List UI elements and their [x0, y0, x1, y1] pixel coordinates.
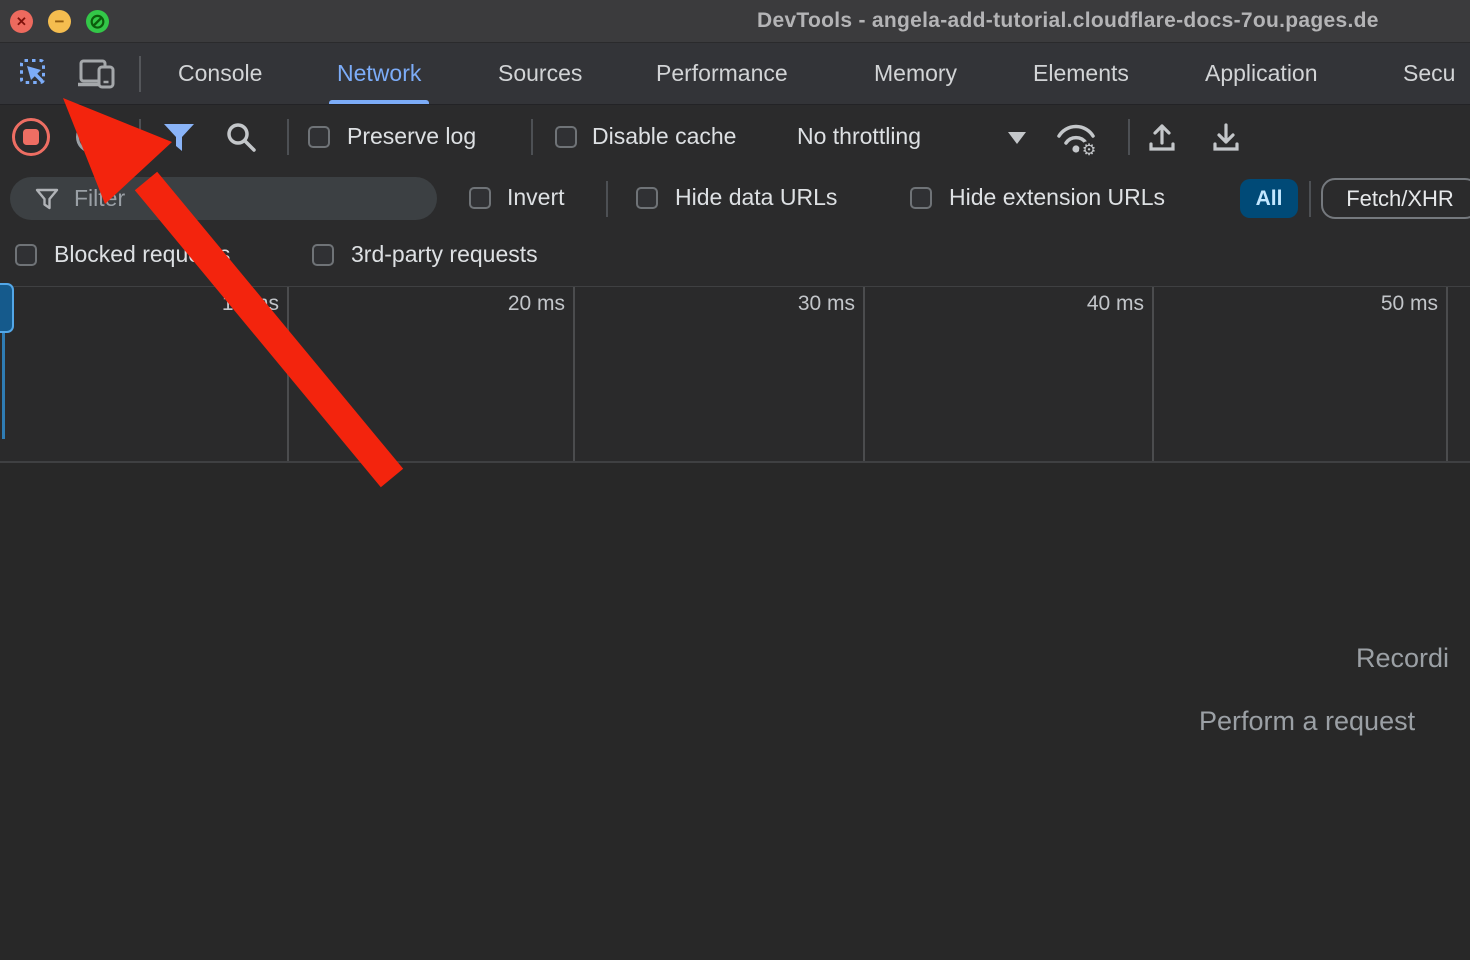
- requests-panel: Recordi Perform a request: [0, 463, 1470, 960]
- invert-label[interactable]: Invert: [507, 184, 565, 211]
- timeline-tick-label: 50 ms: [1238, 292, 1438, 316]
- network-filter-bar: Invert Hide data URLs Hide extension URL…: [0, 170, 1470, 228]
- filter-separator: [606, 181, 608, 217]
- devtools-tabbar: Console Network Sources Performance Memo…: [0, 43, 1470, 105]
- minimize-window-icon[interactable]: −: [48, 10, 71, 33]
- third-party-requests-label[interactable]: 3rd-party requests: [351, 241, 538, 268]
- empty-state-recording-text: Recordi: [1356, 643, 1449, 674]
- toolbar-separator: [287, 119, 289, 155]
- request-filters-row: Blocked requests 3rd-party requests: [0, 228, 1470, 286]
- search-icon[interactable]: [224, 120, 258, 159]
- tabbar-separator: [139, 56, 141, 92]
- timeline-tick-label: 30 ms: [655, 292, 855, 316]
- network-toolbar: Preserve log Disable cache No throttling…: [0, 105, 1470, 170]
- filter-funnel-icon[interactable]: [162, 122, 196, 159]
- timeline-gridline: [573, 287, 575, 461]
- traffic-lights: ✕ − ⊘: [10, 10, 109, 33]
- filter-input[interactable]: [74, 185, 419, 212]
- overview-drag-handle[interactable]: [0, 283, 14, 333]
- timeline-tick-label: 20 ms: [365, 292, 565, 316]
- third-party-requests-checkbox[interactable]: [312, 244, 334, 266]
- blocked-requests-checkbox[interactable]: [15, 244, 37, 266]
- inspect-icon[interactable]: [19, 58, 51, 95]
- timeline-gridline: [863, 287, 865, 461]
- invert-checkbox[interactable]: [469, 187, 491, 209]
- timeline-gridline: [1446, 287, 1448, 461]
- filter-separator: [1309, 181, 1311, 217]
- settings-gear-icon: ⚙: [1079, 141, 1099, 161]
- tab-security[interactable]: Secu: [1403, 43, 1455, 104]
- export-har-icon[interactable]: [1210, 121, 1242, 158]
- hide-data-urls-checkbox[interactable]: [636, 187, 658, 209]
- zoom-window-icon[interactable]: ⊘: [86, 10, 109, 33]
- window-title: DevTools - angela-add-tutorial.cloudflar…: [757, 9, 1379, 33]
- hide-extension-urls-checkbox[interactable]: [910, 187, 932, 209]
- preserve-log-label[interactable]: Preserve log: [347, 123, 476, 150]
- import-har-icon[interactable]: [1146, 121, 1178, 158]
- timeline-gridline: [287, 287, 289, 461]
- toolbar-separator: [531, 119, 533, 155]
- hide-data-urls-label[interactable]: Hide data URLs: [675, 184, 837, 211]
- tab-application[interactable]: Application: [1205, 43, 1318, 104]
- preserve-log-checkbox[interactable]: [308, 126, 330, 148]
- blocked-requests-label[interactable]: Blocked requests: [54, 241, 230, 268]
- dropdown-caret-icon[interactable]: [1008, 132, 1026, 144]
- tab-elements[interactable]: Elements: [1033, 43, 1129, 104]
- request-type-all-button[interactable]: All: [1240, 179, 1298, 218]
- filter-funnel-outline-icon: [34, 187, 60, 211]
- request-type-fetch-xhr-button[interactable]: Fetch/XHR: [1321, 178, 1470, 219]
- window-titlebar: ✕ − ⊘ DevTools - angela-add-tutorial.clo…: [0, 0, 1470, 43]
- throttling-select[interactable]: No throttling: [797, 123, 921, 150]
- tab-console[interactable]: Console: [178, 43, 262, 104]
- timeline-tick-label: 10 ms: [79, 292, 279, 316]
- device-toolbar-icon[interactable]: [78, 59, 116, 96]
- clear-icon[interactable]: [76, 121, 108, 153]
- network-overview-timeline[interactable]: 10 ms 20 ms 30 ms 40 ms 50 ms: [0, 286, 1470, 463]
- tab-sources[interactable]: Sources: [498, 43, 582, 104]
- filter-input-container[interactable]: [10, 177, 437, 220]
- close-window-icon[interactable]: ✕: [10, 10, 33, 33]
- disable-cache-label[interactable]: Disable cache: [592, 123, 736, 150]
- overview-handle-line: [2, 333, 5, 439]
- tab-performance[interactable]: Performance: [656, 43, 788, 104]
- tab-memory[interactable]: Memory: [874, 43, 957, 104]
- tab-network[interactable]: Network: [337, 43, 421, 104]
- record-stop-square: [23, 129, 39, 145]
- disable-cache-checkbox[interactable]: [555, 126, 577, 148]
- hide-extension-urls-label[interactable]: Hide extension URLs: [949, 184, 1165, 211]
- toolbar-separator: [139, 119, 141, 155]
- timeline-gridline: [1152, 287, 1154, 461]
- record-stop-icon[interactable]: [12, 118, 50, 156]
- timeline-tick-label: 40 ms: [944, 292, 1144, 316]
- empty-state-perform-request-text: Perform a request: [1199, 706, 1415, 737]
- toolbar-separator: [1128, 119, 1130, 155]
